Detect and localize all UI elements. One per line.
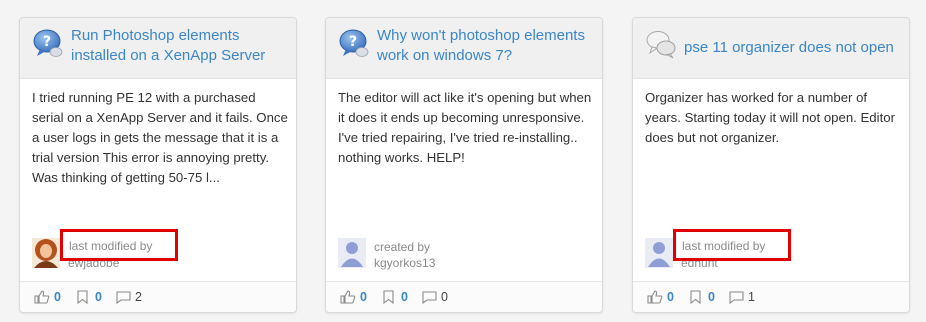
svg-text:?: ? <box>349 34 357 50</box>
author-name-link[interactable]: kgyorkos13 <box>374 255 435 272</box>
like-button[interactable]: 0 <box>340 290 372 304</box>
comment-icon <box>422 291 437 304</box>
bookmark-icon <box>383 290 394 304</box>
replies-button[interactable]: 2 <box>115 290 147 304</box>
bookmark-button[interactable]: 0 <box>688 290 720 304</box>
like-count: 0 <box>360 290 367 304</box>
question-bubble-icon: ? <box>32 28 64 60</box>
discussion-bubble-icon <box>645 28 677 60</box>
replies-button[interactable]: 1 <box>728 290 760 304</box>
like-button[interactable]: 0 <box>647 290 679 304</box>
card-title-link[interactable]: Run Photoshop elements installed on a Xe… <box>71 26 283 66</box>
bookmark-button[interactable]: 0 <box>381 290 413 304</box>
card-footer: 0 0 0 <box>326 281 602 312</box>
bookmark-count: 0 <box>401 290 408 304</box>
default-avatar-icon[interactable] <box>338 238 366 268</box>
bookmark-count: 0 <box>95 290 102 304</box>
card-title-link[interactable]: pse 11 organizer does not open <box>684 38 896 58</box>
highlight-box: last modified by <box>673 229 791 261</box>
comment-icon <box>116 291 131 304</box>
card-header: ? Run Photoshop elements installed on a … <box>20 18 296 79</box>
thumbs-up-icon <box>340 290 356 304</box>
like-count: 0 <box>54 290 61 304</box>
svg-text:?: ? <box>43 34 51 50</box>
bookmark-icon <box>690 290 701 304</box>
reply-count: 1 <box>748 290 755 304</box>
thumbs-up-icon <box>647 290 663 304</box>
like-count: 0 <box>667 290 674 304</box>
replies-button[interactable]: 0 <box>421 290 453 304</box>
comment-icon <box>729 291 744 304</box>
author-label: last modified by <box>69 239 153 253</box>
discussion-card-3[interactable]: pse 11 organizer does not open Organizer… <box>632 17 910 313</box>
card-header: ? Why won't photoshop elements work on w… <box>326 18 602 79</box>
like-button[interactable]: 0 <box>34 290 66 304</box>
card-footer: 0 0 1 <box>633 281 909 312</box>
discussion-card-1[interactable]: ? Run Photoshop elements installed on a … <box>19 17 297 313</box>
reply-count: 2 <box>135 290 142 304</box>
card-excerpt: The editor will act like it's opening bu… <box>338 90 592 165</box>
bookmark-icon <box>77 290 88 304</box>
default-avatar-icon[interactable] <box>645 238 673 268</box>
author-label: last modified by <box>682 239 766 253</box>
discussion-card-2[interactable]: ? Why won't photoshop elements work on w… <box>325 17 603 313</box>
user-avatar[interactable] <box>32 238 60 268</box>
thumbs-up-icon <box>34 290 50 304</box>
bookmark-button[interactable]: 0 <box>75 290 107 304</box>
reply-count: 0 <box>441 290 448 304</box>
question-bubble-icon: ? <box>338 28 370 60</box>
card-header: pse 11 organizer does not open <box>633 18 909 79</box>
card-footer: 0 0 2 <box>20 281 296 312</box>
highlight-box: last modified by <box>60 229 178 261</box>
card-title-link[interactable]: Why won't photoshop elements work on win… <box>377 26 589 66</box>
card-excerpt: I tried running PE 12 with a purchased s… <box>32 90 288 185</box>
bookmark-count: 0 <box>708 290 715 304</box>
author-label: created by <box>374 240 431 254</box>
card-excerpt: Organizer has worked for a number of yea… <box>645 90 895 145</box>
